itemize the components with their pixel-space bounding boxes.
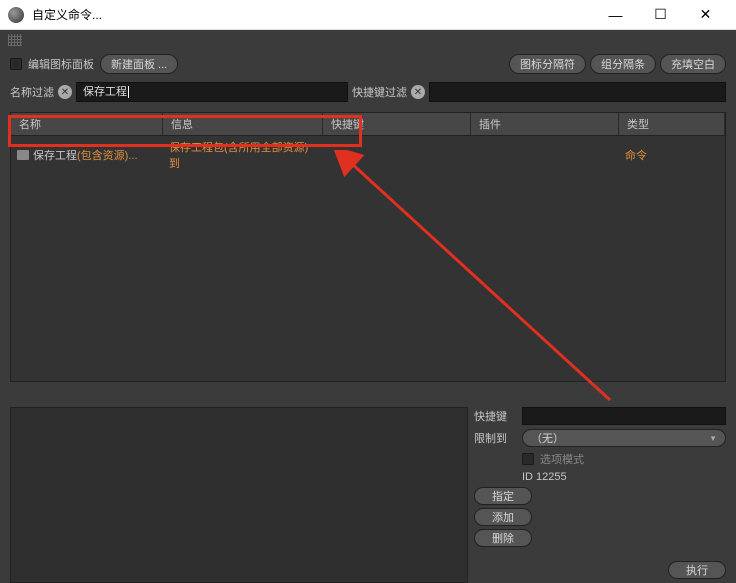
assign-button[interactable]: 指定 (474, 487, 532, 505)
detail-form: 快捷键 限制到 （无） ▼ 选项模式 ID 12255 指定 (474, 407, 726, 583)
window-buttons: — ☐ ✕ (593, 1, 728, 29)
chevron-down-icon: ▼ (709, 434, 717, 443)
name-filter-input[interactable]: 保存工程 (76, 82, 348, 102)
window-title: 自定义命令... (32, 6, 593, 23)
option-mode-checkbox[interactable] (522, 453, 534, 465)
icon-separator-button[interactable]: 图标分隔符 (509, 54, 586, 74)
edit-panel-label: 编辑图标面板 (28, 56, 94, 72)
grip-handle[interactable] (0, 30, 736, 50)
titlebar: 自定义命令... — ☐ ✕ (0, 0, 736, 30)
command-id: ID 12255 (474, 471, 726, 483)
app-icon (8, 7, 24, 23)
close-button[interactable]: ✕ (683, 1, 728, 29)
fill-space-button[interactable]: 充填空白 (660, 54, 726, 74)
clear-name-filter-icon[interactable]: ✕ (58, 85, 72, 99)
table-row[interactable]: 保存工程(包含资源)... 保存工程包(含所用全部资源)到 命令 (11, 136, 725, 174)
col-key[interactable]: 快捷键 (323, 113, 471, 135)
minimize-button[interactable]: — (593, 1, 638, 29)
window: 自定义命令... — ☐ ✕ 编辑图标面板 新建面板 ... 图标分隔符 组分隔… (0, 0, 736, 583)
content-area: 编辑图标面板 新建面板 ... 图标分隔符 组分隔条 充填空白 名称过滤 ✕ 保… (0, 30, 736, 583)
filter-row: 名称过滤 ✕ 保存工程 快捷键过滤 ✕ (0, 78, 736, 108)
execute-button[interactable]: 执行 (668, 561, 726, 579)
shortcut-input[interactable] (522, 407, 726, 425)
command-icon (17, 150, 29, 160)
col-name[interactable]: 名称 (11, 113, 163, 135)
new-panel-button[interactable]: 新建面板 ... (100, 54, 178, 74)
add-button[interactable]: 添加 (474, 508, 532, 526)
preview-area (10, 407, 468, 583)
col-type[interactable]: 类型 (619, 113, 725, 135)
option-mode-label: 选项模式 (540, 451, 584, 467)
group-separator-button[interactable]: 组分隔条 (590, 54, 656, 74)
restrict-select[interactable]: （无） ▼ (522, 429, 726, 447)
shortcut-label: 快捷键 (474, 408, 516, 424)
edit-panel-checkbox[interactable] (10, 58, 22, 70)
toolbar: 编辑图标面板 新建面板 ... 图标分隔符 组分隔条 充填空白 (0, 50, 736, 78)
col-info[interactable]: 信息 (163, 113, 323, 135)
delete-button[interactable]: 删除 (474, 529, 532, 547)
restrict-label: 限制到 (474, 430, 516, 446)
shortcut-filter-label: 快捷键过滤 (352, 84, 407, 100)
bottom-panel: 快捷键 限制到 （无） ▼ 选项模式 ID 12255 指定 (10, 407, 726, 583)
maximize-button[interactable]: ☐ (638, 1, 683, 29)
table-body: 保存工程(包含资源)... 保存工程包(含所用全部资源)到 命令 (11, 136, 725, 381)
name-filter-label: 名称过滤 (10, 84, 54, 100)
shortcut-filter-input[interactable] (429, 82, 726, 102)
col-plugin[interactable]: 插件 (471, 113, 619, 135)
table-header: 名称 信息 快捷键 插件 类型 (11, 113, 725, 136)
clear-shortcut-filter-icon[interactable]: ✕ (411, 85, 425, 99)
command-table: 名称 信息 快捷键 插件 类型 保存工程(包含资源)... 保存工程包(含所用全… (10, 112, 726, 382)
